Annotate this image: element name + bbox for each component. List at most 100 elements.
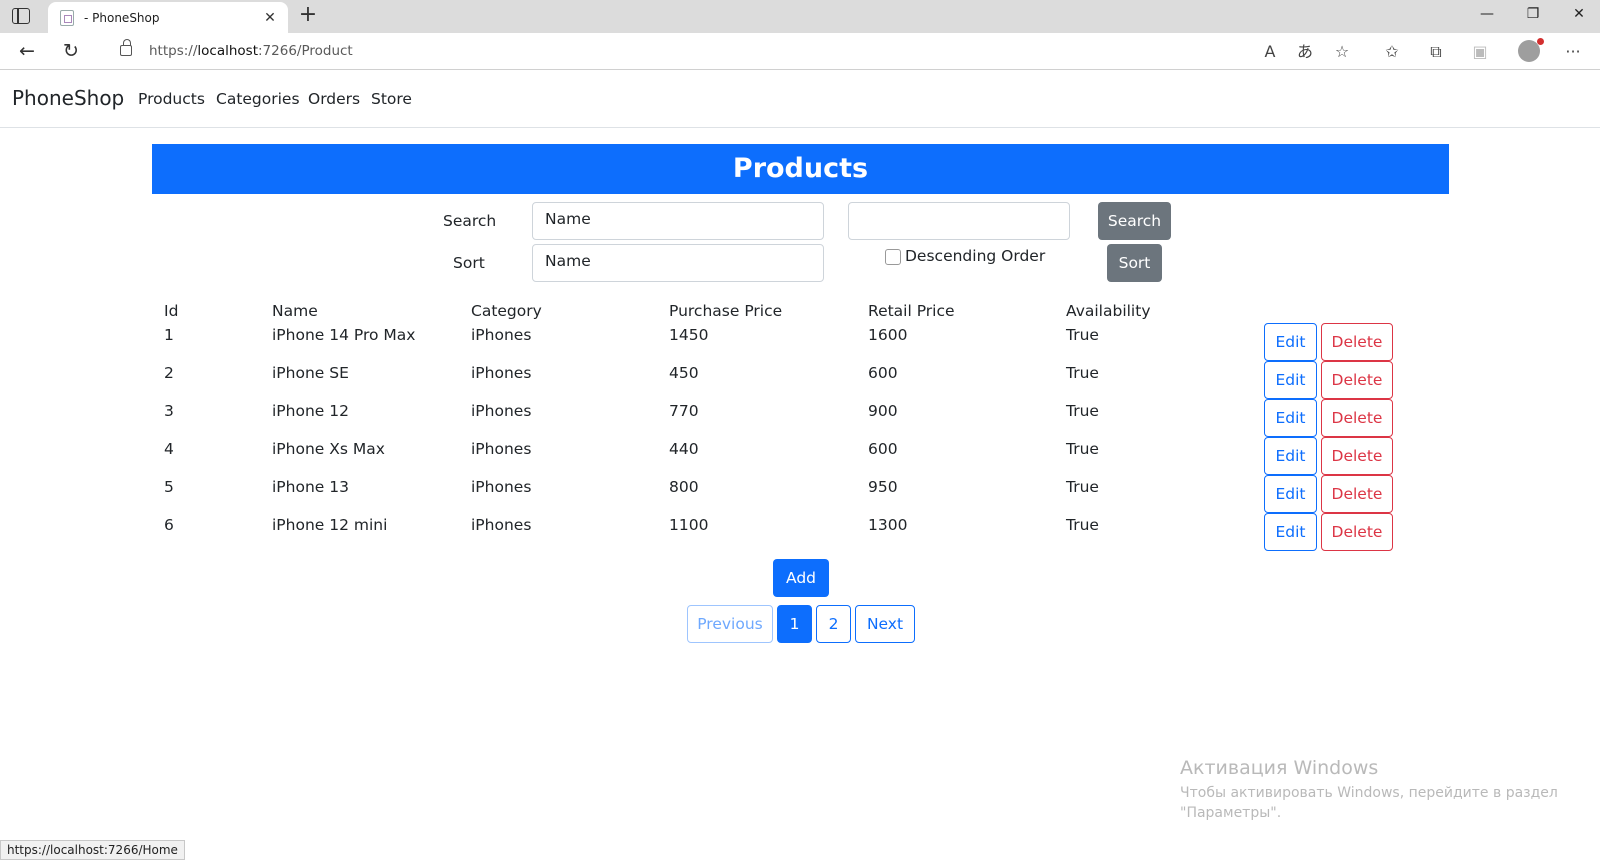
sort-label: Sort (453, 254, 485, 272)
search-field-select[interactable]: Name (532, 202, 824, 240)
cell-availability: True (1066, 364, 1099, 382)
new-tab-icon[interactable]: + (296, 4, 320, 28)
cell-id: 3 (164, 402, 174, 420)
cell-availability: True (1066, 440, 1099, 458)
column-header-retail-price: Retail Price (868, 302, 955, 320)
page-button-2[interactable]: 2 (816, 605, 851, 643)
favorites-icon[interactable]: ✩ (1381, 41, 1403, 63)
cell-availability: True (1066, 326, 1099, 344)
lock-icon[interactable] (120, 39, 132, 56)
restore-icon[interactable]: ❐ (1518, 6, 1548, 26)
cell-purchase-price: 1100 (669, 516, 709, 534)
cell-purchase-price: 440 (669, 440, 699, 458)
previous-page-button[interactable]: Previous (687, 605, 773, 643)
edit-button[interactable]: Edit (1264, 475, 1317, 513)
cell-purchase-price: 800 (669, 478, 699, 496)
next-page-button[interactable]: Next (855, 605, 915, 643)
cell-category: iPhones (471, 516, 532, 534)
cell-purchase-price: 770 (669, 402, 699, 420)
cell-category: iPhones (471, 440, 532, 458)
close-tab-icon[interactable]: ✕ (258, 10, 282, 26)
url-text: https://localhost:7266/Product (149, 43, 353, 59)
tab-actions-icon[interactable] (12, 8, 30, 24)
column-header-purchase-price: Purchase Price (669, 302, 783, 320)
nav-store[interactable]: Store (371, 90, 412, 108)
cell-category: iPhones (471, 402, 532, 420)
column-header-availability: Availability (1066, 302, 1151, 320)
cell-id: 6 (164, 516, 174, 534)
delete-button[interactable]: Delete (1321, 361, 1393, 399)
browser-tab-bar: - PhoneShop ✕ + — ❐ ✕ (0, 0, 1600, 33)
cell-availability: True (1066, 402, 1099, 420)
cell-purchase-price: 450 (669, 364, 699, 382)
browser-address-bar: ← ↻ https://localhost:7266/Product A あ ☆… (0, 33, 1600, 70)
add-favorite-icon[interactable]: ☆ (1331, 41, 1353, 63)
nav-categories[interactable]: Categories (216, 90, 300, 108)
refresh-icon[interactable]: ↻ (58, 39, 84, 65)
minimize-icon[interactable]: — (1472, 6, 1502, 26)
edit-button[interactable]: Edit (1264, 437, 1317, 475)
app-navbar: PhoneShop Products Categories Orders Sto… (0, 70, 1600, 128)
cell-availability: True (1066, 516, 1099, 534)
cell-name: iPhone 14 Pro Max (272, 326, 416, 344)
cell-name: iPhone SE (272, 364, 349, 382)
cell-retail-price: 950 (868, 478, 898, 496)
browser-tab[interactable]: - PhoneShop ✕ (48, 2, 288, 33)
sort-button[interactable]: Sort (1107, 244, 1162, 282)
activation-watermark-text: Чтобы активировать Windows, перейдите в … (1180, 785, 1558, 821)
add-button[interactable]: Add (773, 559, 829, 597)
cell-name: iPhone 12 (272, 402, 349, 420)
cell-name: iPhone 12 mini (272, 516, 388, 534)
read-aloud-icon[interactable]: A (1259, 41, 1281, 63)
collections-icon[interactable]: ⧉ (1425, 41, 1447, 63)
cell-id: 4 (164, 440, 174, 458)
cell-retail-price: 600 (868, 364, 898, 382)
cell-retail-price: 1300 (868, 516, 908, 534)
cell-category: iPhones (471, 326, 532, 344)
delete-button[interactable]: Delete (1321, 437, 1393, 475)
brand-link[interactable]: PhoneShop (12, 86, 124, 110)
cell-name: iPhone Xs Max (272, 440, 385, 458)
cell-category: iPhones (471, 478, 532, 496)
search-button[interactable]: Search (1098, 202, 1171, 240)
cell-name: iPhone 13 (272, 478, 349, 496)
descending-label: Descending Order (905, 247, 1046, 265)
descending-checkbox[interactable] (885, 249, 901, 265)
nav-orders[interactable]: Orders (308, 90, 360, 108)
tab-title: - PhoneShop (84, 10, 160, 25)
page-title: Products (152, 144, 1449, 194)
edit-button[interactable]: Edit (1264, 399, 1317, 437)
cell-retail-price: 600 (868, 440, 898, 458)
cell-id: 5 (164, 478, 174, 496)
cell-retail-price: 900 (868, 402, 898, 420)
back-icon[interactable]: ← (14, 39, 40, 65)
search-label: Search (443, 212, 497, 230)
delete-button[interactable]: Delete (1321, 513, 1393, 551)
activation-watermark-title: Активация Windows (1180, 757, 1379, 779)
column-header-category: Category (471, 302, 542, 320)
search-input[interactable] (848, 202, 1070, 240)
cell-id: 1 (164, 326, 174, 344)
profile-avatar[interactable] (1518, 38, 1544, 62)
delete-button[interactable]: Delete (1321, 323, 1393, 361)
status-bar-url: https://localhost:7266/Home (0, 840, 185, 860)
more-menu-icon[interactable]: ··· (1562, 41, 1584, 63)
translate-icon[interactable]: あ (1294, 41, 1316, 63)
extensions-icon[interactable]: ▣ (1469, 41, 1491, 63)
page-button-1[interactable]: 1 (777, 605, 812, 643)
close-window-icon[interactable]: ✕ (1564, 6, 1594, 26)
delete-button[interactable]: Delete (1321, 399, 1393, 437)
edit-button[interactable]: Edit (1264, 361, 1317, 399)
nav-products[interactable]: Products (138, 90, 205, 108)
column-header-id: Id (164, 302, 179, 320)
cell-id: 2 (164, 364, 174, 382)
edit-button[interactable]: Edit (1264, 513, 1317, 551)
cell-purchase-price: 1450 (669, 326, 709, 344)
sort-field-select[interactable]: Name (532, 244, 824, 282)
delete-button[interactable]: Delete (1321, 475, 1393, 513)
page-favicon-icon (60, 9, 74, 26)
edit-button[interactable]: Edit (1264, 323, 1317, 361)
cell-category: iPhones (471, 364, 532, 382)
cell-availability: True (1066, 478, 1099, 496)
column-header-name: Name (272, 302, 318, 320)
